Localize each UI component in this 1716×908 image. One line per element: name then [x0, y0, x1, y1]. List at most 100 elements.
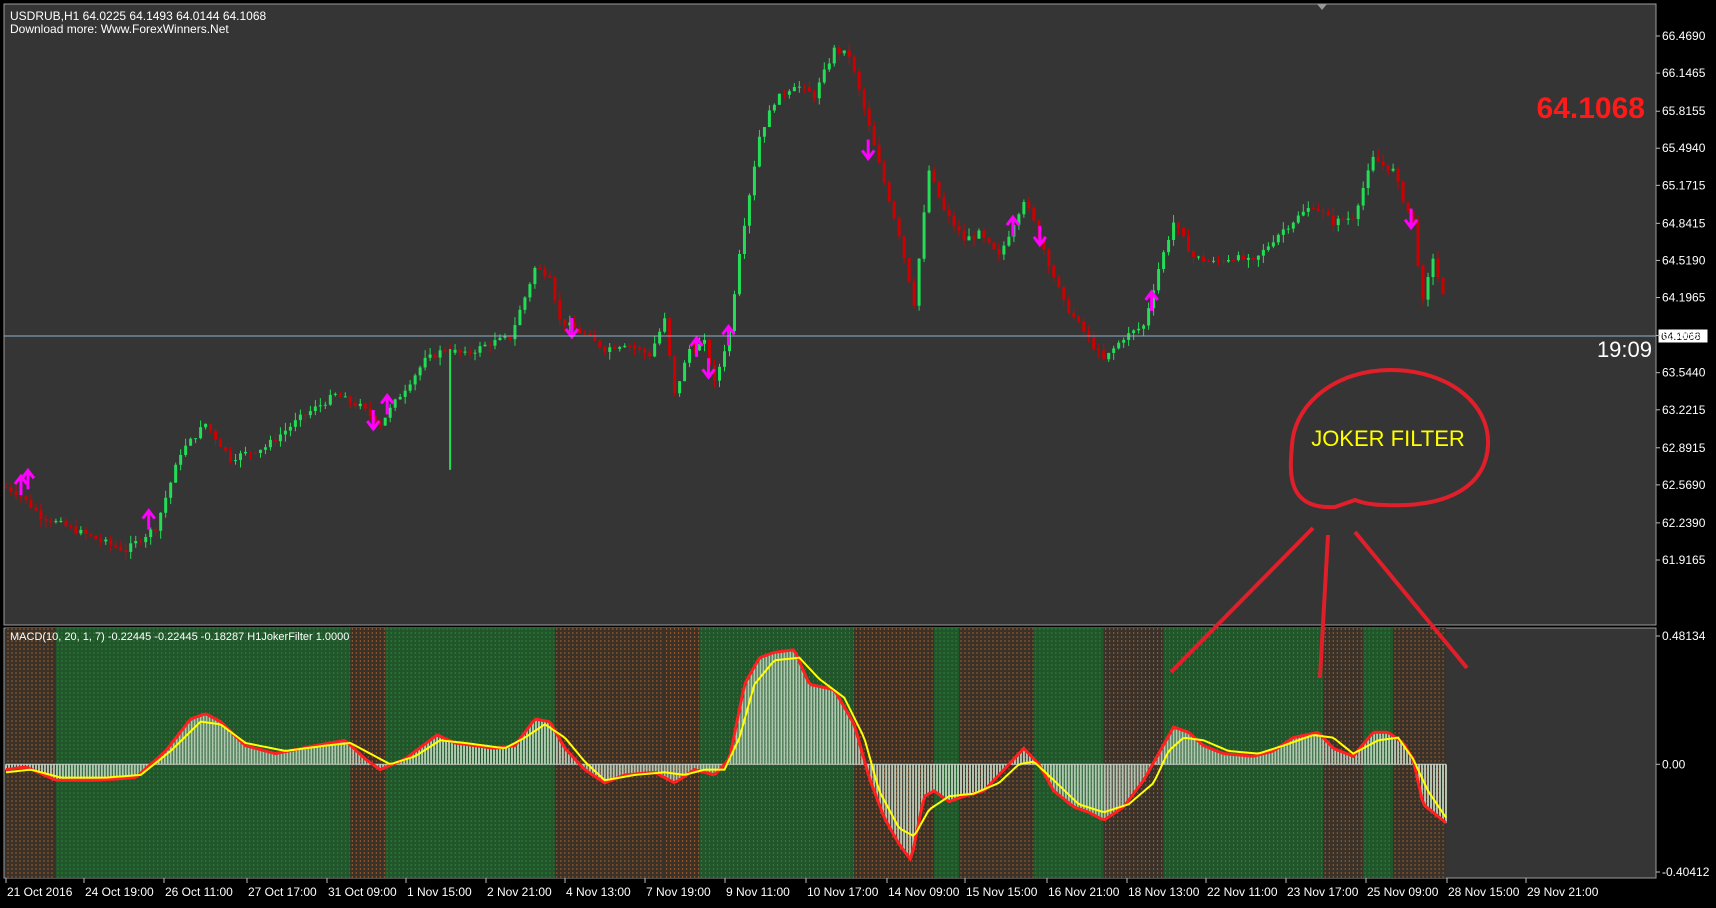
- candle: [383, 417, 387, 426]
- candle-body: [463, 351, 467, 353]
- candle-body: [184, 445, 188, 455]
- candle-body: [1336, 218, 1340, 226]
- download-link-text: Download more: Www.ForexWinners.Net: [10, 22, 229, 36]
- candle-body: [34, 507, 38, 511]
- candle-body: [787, 91, 791, 95]
- candle-body: [1067, 299, 1071, 314]
- price-axis-label: 65.1715: [1662, 178, 1706, 192]
- candle-body: [997, 249, 1001, 255]
- candle-body: [129, 543, 133, 552]
- candle-body: [1416, 220, 1420, 266]
- time-axis-label: 25 Nov 09:00: [1367, 885, 1439, 899]
- candle-body: [1202, 256, 1206, 262]
- candle-body: [493, 340, 497, 346]
- candle-body: [513, 325, 517, 340]
- candle-body: [383, 417, 387, 426]
- candle-body: [1376, 156, 1380, 162]
- candle-body: [782, 93, 786, 95]
- candle: [1421, 262, 1425, 306]
- candle-body: [508, 336, 512, 340]
- candle-body: [917, 258, 921, 306]
- candle-body: [298, 414, 302, 421]
- candle-body: [363, 403, 367, 409]
- candle-body: [777, 93, 781, 105]
- candle-body: [1052, 266, 1056, 278]
- candle-body: [64, 520, 68, 526]
- candle-body: [703, 339, 707, 344]
- candle-body: [1147, 308, 1151, 326]
- candle-body: [194, 438, 198, 440]
- candle: [882, 159, 886, 186]
- candle-body: [1162, 252, 1166, 270]
- candle-body: [358, 403, 362, 407]
- filter-band-green: [934, 628, 960, 878]
- candle-body: [1082, 321, 1086, 332]
- candle-body: [29, 499, 33, 508]
- candle-body: [852, 56, 856, 72]
- candle-body: [1221, 260, 1225, 262]
- candle-body: [1366, 170, 1370, 188]
- candle-body: [1102, 350, 1106, 360]
- candle-body: [962, 230, 966, 241]
- trading-chart-window[interactable]: USDRUB,H1 64.0225 64.1493 64.0144 64.106…: [0, 0, 1716, 903]
- candle: [752, 160, 756, 201]
- price-panel-bg[interactable]: [3, 3, 1657, 626]
- candle-body: [453, 349, 457, 353]
- candle-body: [633, 346, 637, 349]
- candle-body: [1027, 201, 1031, 209]
- candle-body: [428, 354, 432, 358]
- candle-body: [1311, 208, 1315, 210]
- candle-body: [1386, 165, 1390, 171]
- candle-body: [253, 452, 257, 454]
- candle-body: [897, 218, 901, 237]
- macd-header: MACD(10, 20, 1, 7) -0.22445 -0.22445 -0.…: [10, 631, 349, 643]
- candle-body: [1127, 333, 1131, 340]
- candle-body: [718, 366, 722, 381]
- candle-body: [1057, 277, 1061, 287]
- price-axis-label: 66.1465: [1662, 66, 1706, 80]
- candle-body: [159, 512, 163, 531]
- candle-body: [413, 375, 417, 385]
- chart-canvas[interactable]: USDRUB,H1 64.0225 64.1493 64.0144 64.106…: [0, 0, 1716, 903]
- candle-body: [199, 427, 203, 439]
- candle-body: [1346, 218, 1350, 220]
- candle-body: [174, 464, 178, 483]
- candle-body: [393, 399, 397, 408]
- candle-body: [318, 405, 322, 407]
- candle-body: [762, 127, 766, 137]
- candle-body: [932, 170, 936, 182]
- candle-body: [1137, 328, 1141, 331]
- candle-body: [1371, 156, 1375, 171]
- candle-body: [922, 212, 926, 259]
- candle-body: [1226, 259, 1230, 262]
- candle-body: [523, 297, 527, 310]
- candle-body: [912, 282, 916, 306]
- price-axis-label: 63.8665: [1662, 329, 1706, 343]
- price-axis-label: 65.8155: [1662, 104, 1706, 118]
- candle-body: [1007, 236, 1011, 246]
- candle-body: [1172, 222, 1176, 240]
- candle: [917, 258, 921, 311]
- candle-body: [937, 181, 941, 198]
- filter-band-green: [55, 628, 144, 878]
- candle: [907, 257, 911, 284]
- candle-body: [972, 236, 976, 239]
- time-axis-label: 4 Nov 13:00: [566, 885, 631, 899]
- time-axis-label: 9 Nov 11:00: [726, 885, 790, 899]
- time-axis-label: 1 Nov 15:00: [407, 885, 472, 899]
- candle-body: [9, 487, 13, 492]
- candle-body: [398, 396, 402, 400]
- candle-body: [239, 453, 243, 461]
- time-axis-label: 29 Nov 21:00: [1527, 885, 1599, 899]
- candle-body: [1341, 218, 1345, 220]
- candle-body: [328, 394, 332, 405]
- candle-body: [59, 520, 63, 522]
- candle-body: [847, 50, 851, 57]
- candle-body: [807, 86, 811, 92]
- candle-body: [977, 230, 981, 239]
- candle-body: [678, 381, 682, 394]
- candle: [1441, 277, 1445, 295]
- bar-countdown: 19:09: [1597, 337, 1652, 362]
- candle-body: [408, 384, 412, 391]
- candle-body: [1271, 242, 1275, 247]
